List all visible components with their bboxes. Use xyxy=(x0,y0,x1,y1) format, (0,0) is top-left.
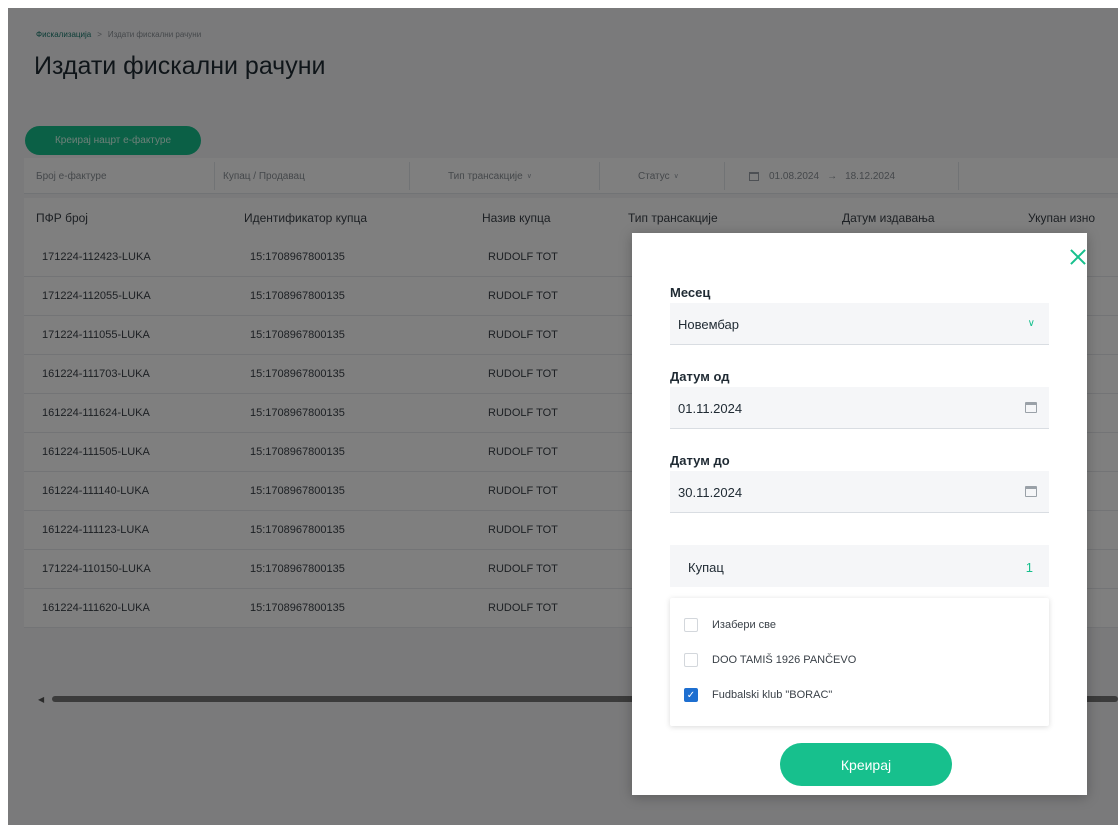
month-select[interactable]: Новембар ∨ xyxy=(670,303,1049,345)
option-doo-tamis[interactable]: DOO TAMIŠ 1926 PANČEVO xyxy=(684,652,856,668)
create-button[interactable]: Креирај xyxy=(780,743,952,786)
calendar-icon[interactable] xyxy=(1025,402,1037,413)
date-to-label: Датум до xyxy=(670,453,730,468)
chevron-down-icon: ∨ xyxy=(1027,318,1035,329)
date-from-value: 01.11.2024 xyxy=(678,401,743,416)
checkbox-checked[interactable]: ✓ xyxy=(684,688,698,702)
check-icon: ✓ xyxy=(686,689,696,701)
date-from-label: Датум од xyxy=(670,369,730,384)
date-from-field[interactable]: 01.11.2024 xyxy=(670,387,1049,429)
option-select-all[interactable]: Изабери све xyxy=(684,617,776,633)
date-to-value: 30.11.2024 xyxy=(678,485,743,500)
create-invoice-modal: Месец Новембар ∨ Датум од 01.11.2024 Дат… xyxy=(632,233,1087,795)
dropdown-caret xyxy=(847,588,867,598)
checkbox[interactable] xyxy=(684,618,698,632)
option-label: DOO TAMIŠ 1926 PANČEVO xyxy=(712,654,857,666)
option-label: Fudbalski klub "BORAC" xyxy=(712,689,833,701)
close-icon[interactable] xyxy=(1066,245,1090,269)
option-label: Изабери све xyxy=(712,619,777,631)
buyer-selected-count: 1 xyxy=(1025,560,1033,575)
date-to-field[interactable]: 30.11.2024 xyxy=(670,471,1049,513)
buyer-label: Купац xyxy=(688,560,724,575)
month-label: Месец xyxy=(670,285,711,300)
checkbox[interactable] xyxy=(684,653,698,667)
option-fk-borac[interactable]: ✓ Fudbalski klub "BORAC" xyxy=(684,687,832,703)
buyer-options-dropdown: Изабери све DOO TAMIŠ 1926 PANČEVO ✓ Fud… xyxy=(670,598,1049,726)
calendar-icon[interactable] xyxy=(1025,486,1037,497)
month-select-value: Новембар xyxy=(678,317,740,332)
buyer-multiselect[interactable]: Купац 1 xyxy=(670,545,1049,587)
